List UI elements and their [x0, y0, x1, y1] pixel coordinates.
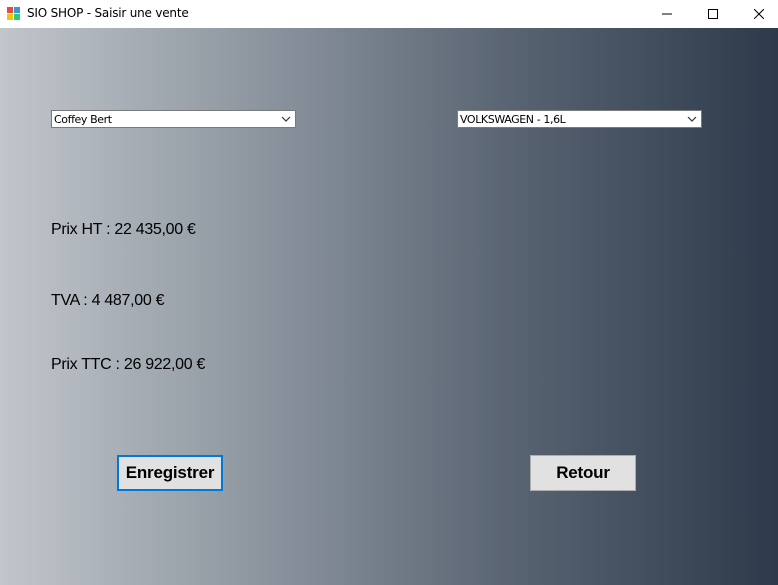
client-select[interactable]: Coffey Bert — [51, 110, 296, 128]
maximize-icon — [708, 9, 718, 19]
minimize-button[interactable] — [644, 0, 690, 28]
client-select-value: Coffey Bert — [54, 113, 112, 126]
chevron-down-icon — [281, 116, 291, 122]
chevron-down-icon — [687, 116, 697, 122]
window-title: SIO SHOP - Saisir une vente — [27, 6, 189, 20]
maximize-button[interactable] — [690, 0, 736, 28]
minimize-icon — [662, 13, 672, 15]
vehicle-select[interactable]: VOLKSWAGEN - 1,6L — [457, 110, 702, 128]
form-client-area: Coffey Bert VOLKSWAGEN - 1,6L Prix HT : … — [0, 28, 778, 585]
prix-ht-label: Prix HT : 22 435,00 € — [51, 221, 196, 238]
prix-ttc-label: Prix TTC : 26 922,00 € — [51, 356, 206, 373]
save-button[interactable]: Enregistrer — [117, 455, 223, 491]
vehicle-select-value: VOLKSWAGEN - 1,6L — [460, 113, 566, 126]
tva-label: TVA : 4 487,00 € — [51, 292, 165, 309]
title-bar[interactable]: SIO SHOP - Saisir une vente — [0, 0, 778, 28]
app-icon — [7, 7, 20, 20]
back-button[interactable]: Retour — [530, 455, 636, 491]
close-button[interactable] — [736, 0, 778, 28]
close-icon — [754, 9, 764, 19]
